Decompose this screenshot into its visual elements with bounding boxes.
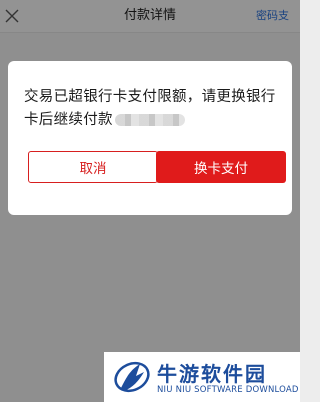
watermark: 牛游软件园 NIU NIU SOFTWARE DOWNLOAD bbox=[104, 352, 300, 402]
payment-limit-dialog: 交易已超银行卡支付限额，请更换银行卡后继续付款 取消 换卡支付 bbox=[8, 61, 292, 215]
watermark-name: 牛游软件园 bbox=[157, 362, 267, 386]
watermark-logo-icon bbox=[114, 361, 150, 393]
change-card-pay-button[interactable]: 换卡支付 bbox=[156, 151, 286, 183]
masked-amount bbox=[114, 114, 185, 126]
dialog-message: 交易已超银行卡支付限额，请更换银行卡后继续付款 bbox=[24, 86, 278, 132]
cancel-button[interactable]: 取消 bbox=[28, 151, 158, 183]
watermark-subtitle: NIU NIU SOFTWARE DOWNLOAD bbox=[157, 385, 299, 395]
